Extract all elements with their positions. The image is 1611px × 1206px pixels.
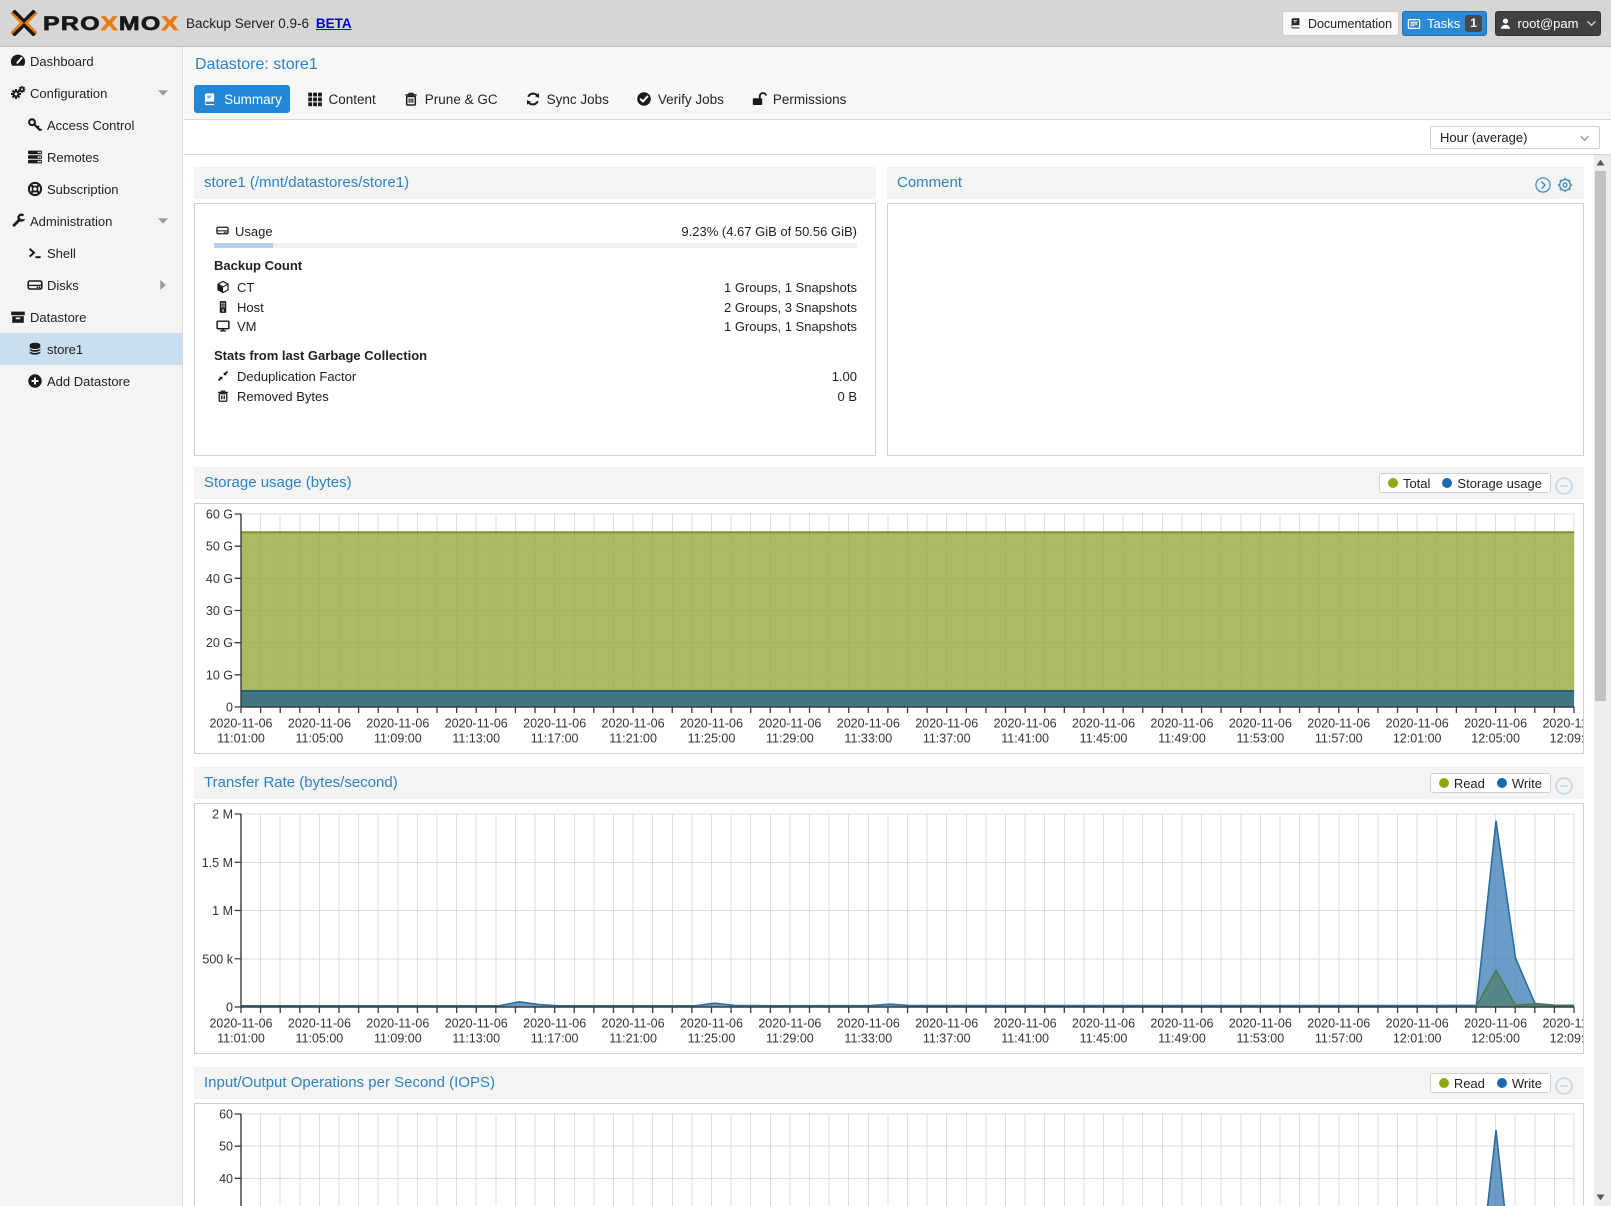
svg-text:2 M: 2 M <box>212 808 233 822</box>
svg-text:12:09:00: 12:09:00 <box>1550 732 1584 746</box>
svg-text:11:25:00: 11:25:00 <box>688 732 736 746</box>
svg-text:2020-11-06: 2020-11-06 <box>994 717 1057 731</box>
svg-text:2020-11-06: 2020-11-06 <box>1072 1017 1135 1031</box>
svg-text:11:13:00: 11:13:00 <box>452 732 500 746</box>
svg-text:2020-11-06: 2020-11-06 <box>602 717 665 731</box>
svg-text:11:45:00: 11:45:00 <box>1080 1032 1128 1046</box>
svg-text:2020-11-06: 2020-11-06 <box>758 717 821 731</box>
svg-text:1 M: 1 M <box>212 904 233 918</box>
svg-text:2020-11-06: 2020-11-06 <box>1229 717 1292 731</box>
svg-text:2020-11-06: 2020-11-06 <box>994 1017 1057 1031</box>
svg-text:11:29:00: 11:29:00 <box>766 1032 814 1046</box>
svg-text:11:13:00: 11:13:00 <box>452 1032 500 1046</box>
svg-text:12:01:00: 12:01:00 <box>1393 1032 1442 1046</box>
svg-text:2020-11-06: 2020-11-06 <box>1386 1017 1449 1031</box>
svg-text:12:01:00: 12:01:00 <box>1393 732 1442 746</box>
svg-text:11:57:00: 11:57:00 <box>1315 732 1363 746</box>
svg-text:2020-11-06: 2020-11-06 <box>288 1017 351 1031</box>
svg-text:40: 40 <box>219 1172 233 1186</box>
svg-text:11:05:00: 11:05:00 <box>296 732 344 746</box>
svg-text:11:01:00: 11:01:00 <box>217 1032 265 1046</box>
svg-text:2020-11-06: 2020-11-06 <box>1542 717 1584 731</box>
svg-text:2020-11-06: 2020-11-06 <box>523 717 586 731</box>
svg-text:0: 0 <box>226 1001 233 1015</box>
svg-text:11:49:00: 11:49:00 <box>1158 732 1206 746</box>
svg-text:2020-11-06: 2020-11-06 <box>1072 717 1135 731</box>
svg-text:500 k: 500 k <box>202 952 233 966</box>
svg-text:50 G: 50 G <box>206 540 233 554</box>
svg-text:12:05:00: 12:05:00 <box>1471 1032 1520 1046</box>
svg-text:2020-11-06: 2020-11-06 <box>1386 717 1449 731</box>
svg-text:11:09:00: 11:09:00 <box>374 1032 422 1046</box>
svg-text:2020-11-06: 2020-11-06 <box>915 717 978 731</box>
svg-text:2020-11-06: 2020-11-06 <box>837 1017 900 1031</box>
svg-text:11:53:00: 11:53:00 <box>1236 1032 1284 1046</box>
svg-text:2020-11-06: 2020-11-06 <box>1464 1017 1527 1031</box>
svg-text:11:17:00: 11:17:00 <box>531 1032 579 1046</box>
svg-text:30 G: 30 G <box>206 604 233 618</box>
svg-text:2020-11-06: 2020-11-06 <box>445 717 508 731</box>
svg-text:2020-11-06: 2020-11-06 <box>602 1017 665 1031</box>
svg-text:11:41:00: 11:41:00 <box>1001 732 1049 746</box>
svg-text:2020-11-06: 2020-11-06 <box>445 1017 508 1031</box>
svg-text:11:33:00: 11:33:00 <box>844 732 892 746</box>
svg-text:2020-11-06: 2020-11-06 <box>1307 1017 1370 1031</box>
svg-text:2020-11-06: 2020-11-06 <box>837 717 900 731</box>
svg-text:11:37:00: 11:37:00 <box>923 1032 971 1046</box>
svg-text:10 G: 10 G <box>206 668 233 682</box>
svg-text:2020-11-06: 2020-11-06 <box>1229 1017 1292 1031</box>
svg-text:2020-11-06: 2020-11-06 <box>1307 717 1370 731</box>
svg-text:2020-11-06: 2020-11-06 <box>758 1017 821 1031</box>
svg-text:20 G: 20 G <box>206 636 233 650</box>
svg-text:11:33:00: 11:33:00 <box>844 1032 892 1046</box>
svg-text:2020-11-06: 2020-11-06 <box>1464 717 1527 731</box>
svg-text:11:53:00: 11:53:00 <box>1236 732 1284 746</box>
svg-text:40 G: 40 G <box>206 572 233 586</box>
svg-text:2020-11-06: 2020-11-06 <box>680 717 743 731</box>
svg-text:11:49:00: 11:49:00 <box>1158 1032 1206 1046</box>
svg-text:11:09:00: 11:09:00 <box>374 732 422 746</box>
svg-text:50: 50 <box>219 1140 233 1154</box>
svg-text:11:29:00: 11:29:00 <box>766 732 814 746</box>
svg-text:2020-11-06: 2020-11-06 <box>680 1017 743 1031</box>
svg-text:11:37:00: 11:37:00 <box>923 732 971 746</box>
svg-text:2020-11-06: 2020-11-06 <box>288 717 351 731</box>
svg-text:2020-11-06: 2020-11-06 <box>523 1017 586 1031</box>
svg-text:11:05:00: 11:05:00 <box>296 1032 344 1046</box>
svg-text:11:21:00: 11:21:00 <box>609 1032 657 1046</box>
svg-text:11:17:00: 11:17:00 <box>531 732 579 746</box>
svg-text:11:21:00: 11:21:00 <box>609 732 657 746</box>
svg-text:2020-11-06: 2020-11-06 <box>209 1017 272 1031</box>
svg-text:1.5 M: 1.5 M <box>202 856 233 870</box>
svg-text:2020-11-06: 2020-11-06 <box>915 1017 978 1031</box>
svg-text:2020-11-06: 2020-11-06 <box>1542 1017 1584 1031</box>
svg-text:60 G: 60 G <box>206 508 233 522</box>
svg-text:0: 0 <box>226 701 233 715</box>
svg-text:2020-11-06: 2020-11-06 <box>1150 717 1213 731</box>
svg-text:2020-11-06: 2020-11-06 <box>1150 1017 1213 1031</box>
svg-text:11:41:00: 11:41:00 <box>1001 1032 1049 1046</box>
svg-text:12:09:00: 12:09:00 <box>1550 1032 1584 1046</box>
svg-text:60: 60 <box>219 1108 233 1122</box>
svg-text:2020-11-06: 2020-11-06 <box>366 1017 429 1031</box>
svg-text:11:25:00: 11:25:00 <box>688 1032 736 1046</box>
svg-text:12:05:00: 12:05:00 <box>1471 732 1520 746</box>
svg-text:11:45:00: 11:45:00 <box>1080 732 1128 746</box>
svg-text:2020-11-06: 2020-11-06 <box>209 717 272 731</box>
svg-text:11:57:00: 11:57:00 <box>1315 1032 1363 1046</box>
svg-text:11:01:00: 11:01:00 <box>217 732 265 746</box>
svg-text:2020-11-06: 2020-11-06 <box>366 717 429 731</box>
